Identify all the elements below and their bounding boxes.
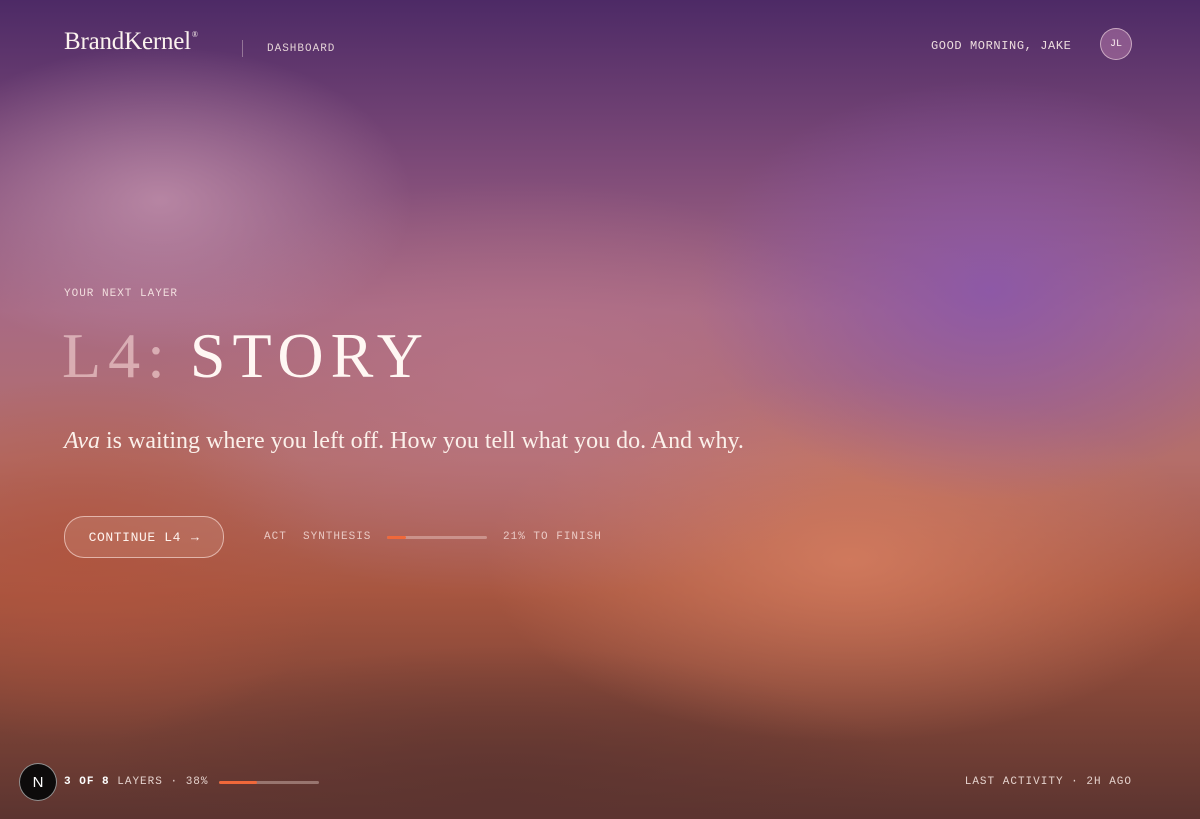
subtitle-text: is waiting where you left off. How you t… [100,428,744,454]
layers-percent: 38% [185,776,209,788]
avatar-initials: JL [1109,38,1122,50]
step-act-label: ACT [264,531,287,543]
layer-progress-bar [387,536,487,539]
continue-layer-button[interactable]: CONTINUE L4 → [64,516,224,558]
layer-title-prefix: L4: [62,320,172,391]
layer-title: L4: STORY [62,320,430,392]
header-divider [242,40,243,57]
layers-separator: · [170,776,179,788]
subtitle-assistant-name: Ava [64,428,100,454]
last-activity: LAST ACTIVITY · 2H AGO [965,776,1132,788]
layers-of: OF [79,776,95,788]
greeting-text: GOOD MORNING, JAKE [931,39,1072,53]
last-activity-value: 2H AGO [1086,776,1132,788]
layer-title-name: STORY [189,320,430,391]
finish-progress-label: 21% TO FINISH [503,531,602,543]
registered-mark: ® [191,30,198,39]
badge-letter: N [32,773,44,791]
next-layer-eyebrow: YOUR NEXT LAYER [64,288,179,300]
last-activity-separator: · [1071,776,1079,788]
gradient-background [0,0,1200,819]
overall-progress-fill [219,781,257,784]
layers-word: LAYERS [117,776,163,788]
arrow-right-icon: → [191,529,200,545]
nav-dashboard-link[interactable]: DASHBOARD [267,43,335,55]
step-synthesis-label: SYNTHESIS [303,531,372,543]
layers-summary: 3 OF 8 LAYERS · 38% [64,776,209,788]
layers-current: 3 [64,776,72,788]
continue-button-label: CONTINUE L4 [88,529,181,545]
last-activity-label: LAST ACTIVITY [964,776,1064,788]
brand-logo[interactable]: BrandKernel® [64,28,198,56]
layer-subtitle: Ava is waiting where you left off. How y… [64,428,744,455]
user-avatar[interactable]: JL [1100,28,1132,60]
layers-total: 8 [102,776,110,788]
layer-progress-fill [387,536,406,539]
overall-progress-bar [219,781,319,784]
logo-text: BrandKernel [64,28,191,55]
n-badge-button[interactable]: N [19,763,57,801]
